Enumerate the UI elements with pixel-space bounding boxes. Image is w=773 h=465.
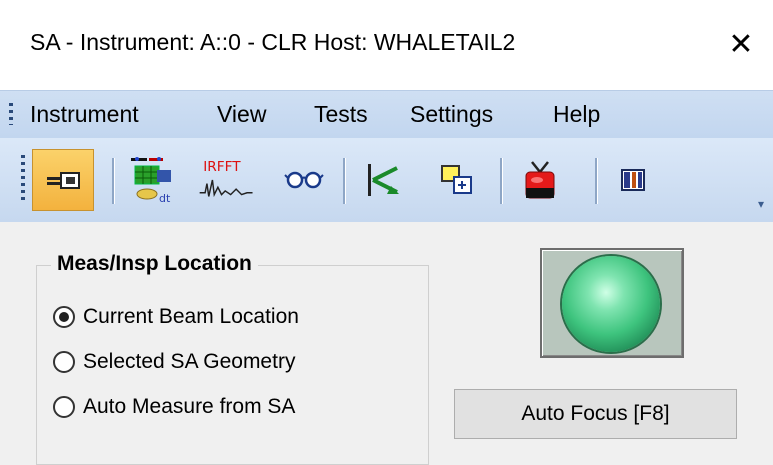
radio-label[interactable]: Current Beam Location [83,305,299,329]
radio-auto-measure-from-sa[interactable]: Auto Measure from SA [53,395,295,419]
panel-layout-button[interactable] [602,149,664,211]
radio-current-beam-location[interactable]: Current Beam Location [53,305,299,329]
beam-vector-button[interactable] [354,149,416,211]
auto-focus-button[interactable]: Auto Focus [F8] [454,389,737,439]
radio-label[interactable]: Auto Measure from SA [83,395,295,419]
menu-grip-icon[interactable] [9,103,13,125]
toolbar-overflow-icon[interactable]: ▾ [758,198,770,214]
title-bar: SA - Instrument: A::0 - CLR Host: WHALET… [0,0,773,90]
menu-help[interactable]: Help [553,101,600,128]
instrument-setup-icon: dt [131,157,171,205]
svg-text:dt: dt [159,192,171,205]
irfft-label: IRFFT [203,159,241,175]
window-title: SA - Instrument: A::0 - CLR Host: WHALET… [30,29,516,55]
menu-settings[interactable]: Settings [410,101,493,128]
toolbar-separator [112,158,115,204]
status-lamp-icon [562,256,660,352]
irfft-button[interactable]: IRFFT [196,149,258,211]
close-icon[interactable]: ✕ [721,24,761,64]
status-indicator [540,248,684,358]
glasses-button[interactable] [273,149,335,211]
connector-button[interactable] [32,149,94,211]
meas-location-title: Meas/Insp Location [51,252,258,276]
beam-vector-icon [368,164,399,196]
menu-instrument[interactable]: Instrument [30,101,139,128]
menu-bar: Instrument View Tests Settings Help [0,90,773,138]
main-panel: Meas/Insp Location Current Beam Location… [0,222,773,465]
window-overlap-icon [441,165,472,194]
tv-record-icon [525,161,555,199]
radio-unchecked-icon[interactable] [53,351,75,373]
instrument-setup-button[interactable]: dt [122,149,184,211]
menu-tests[interactable]: Tests [314,101,368,128]
toolbar: dt IRFFT ▾ [0,138,773,223]
menu-view[interactable]: View [217,101,266,128]
window-overlap-button[interactable] [426,149,488,211]
radio-selected-sa-geometry[interactable]: Selected SA Geometry [53,350,295,374]
panel-layout-icon [621,169,645,191]
toolbar-separator [595,158,598,204]
meas-location-group: Meas/Insp Location Current Beam Location… [36,252,429,465]
connector-icon [47,172,80,189]
toolbar-grip-icon[interactable] [21,155,25,203]
glasses-icon [284,171,324,189]
tv-record-button[interactable] [509,149,571,211]
radio-unchecked-icon[interactable] [53,396,75,418]
toolbar-separator [343,158,346,204]
toolbar-separator [500,158,503,204]
radio-checked-icon[interactable] [53,306,75,328]
radio-label[interactable]: Selected SA Geometry [83,350,295,374]
irfft-icon: IRFFT [199,159,253,198]
